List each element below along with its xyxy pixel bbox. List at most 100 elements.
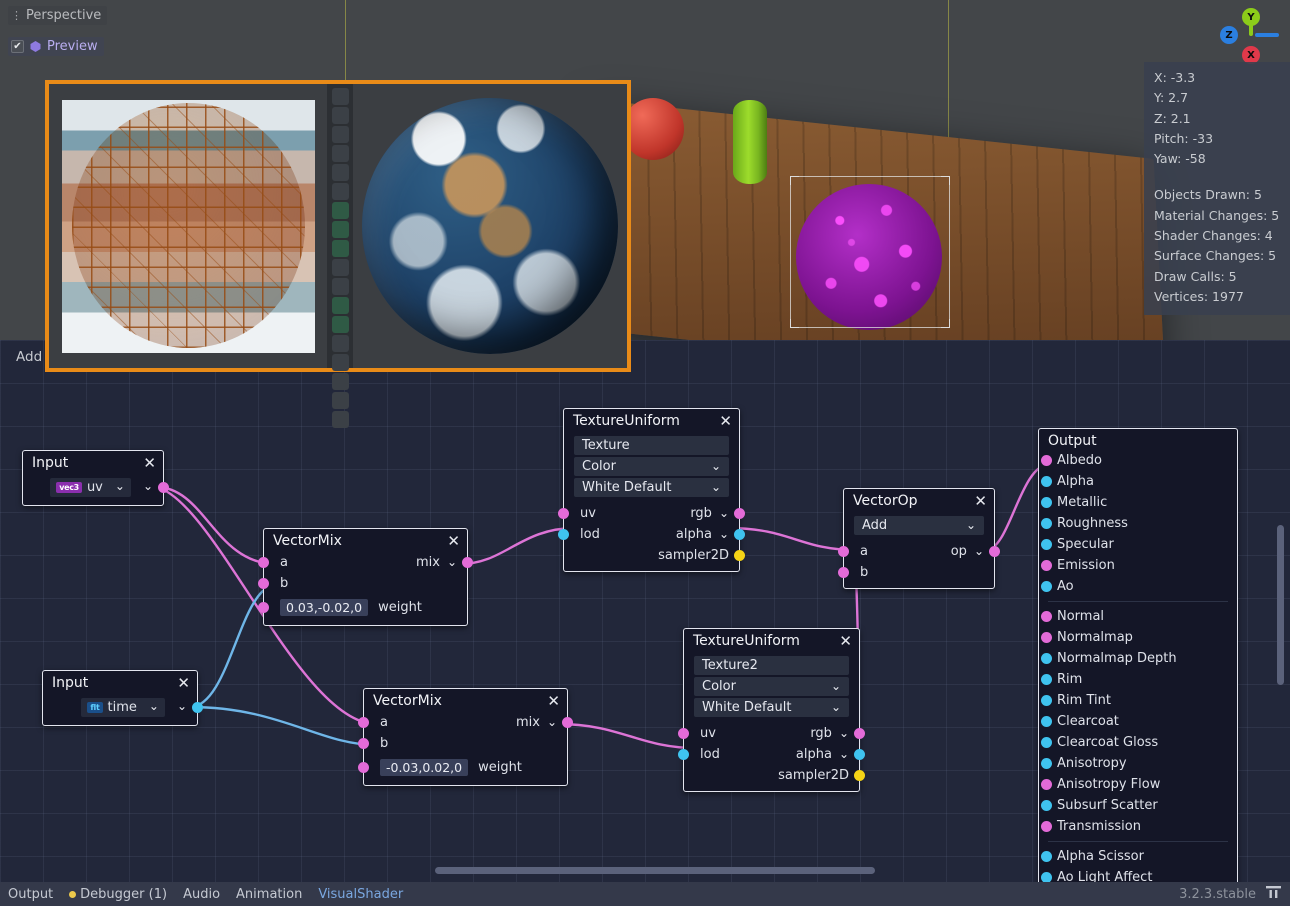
port-in-lod[interactable]	[558, 529, 569, 540]
node-vector-mix-1[interactable]: VectorMix ✕ a mix ⌄ b 0.03,-0.02,0	[263, 528, 468, 626]
close-icon[interactable]: ✕	[839, 634, 852, 649]
port-in-a[interactable]	[838, 546, 849, 557]
port-out-mix[interactable]	[462, 557, 473, 568]
chevron-down-icon[interactable]: ⌄	[966, 518, 976, 532]
port-dot[interactable]	[1041, 611, 1052, 622]
collapse-icon[interactable]: ⌄	[839, 747, 849, 761]
port-in-a[interactable]	[358, 717, 369, 728]
port-dot[interactable]	[1041, 851, 1052, 862]
node-vector-op[interactable]: VectorOp ✕ Add ⌄ a op ⌄ b	[843, 488, 995, 589]
collapse-icon[interactable]: ⌄	[447, 555, 457, 569]
port-dot[interactable]	[1041, 821, 1052, 832]
chevron-down-icon[interactable]: ⌄	[831, 679, 841, 693]
chevron-down-icon[interactable]: ⌄	[711, 480, 721, 494]
gizmo-y-handle[interactable]: Y	[1242, 8, 1260, 26]
port-in-b[interactable]	[258, 578, 269, 589]
port-dot[interactable]	[1041, 758, 1052, 769]
port-dot[interactable]	[1041, 800, 1052, 811]
ruler-tool-icon[interactable]	[332, 183, 349, 200]
output-port-anisotropy-flow[interactable]: Anisotropy Flow	[1039, 774, 1237, 795]
camera-tool-icon[interactable]	[332, 411, 349, 428]
operation-dropdown[interactable]: Add ⌄	[854, 516, 984, 535]
snap-tool-icon[interactable]	[332, 202, 349, 219]
scene-sphere-red[interactable]	[622, 98, 684, 160]
scene-cylinder-green[interactable]	[733, 100, 767, 184]
collapse-icon[interactable]: ⌄	[719, 506, 729, 520]
node-texture-uniform-1[interactable]: TextureUniform ✕ Texture Color ⌄ White D…	[563, 408, 740, 572]
add-node-button[interactable]: Add	[10, 347, 48, 367]
port-dot[interactable]	[1041, 695, 1052, 706]
visual-shader-graph[interactable]: Add Modern Fragment 20	[0, 340, 1290, 882]
node-vector-mix-2[interactable]: VectorMix ✕ a mix ⌄ b -0.03,0.02,0	[363, 688, 568, 786]
output-port-rim[interactable]: Rim	[1039, 669, 1237, 690]
rotate-tool-icon[interactable]	[332, 145, 349, 162]
output-port-normalmap-depth[interactable]: Normalmap Depth	[1039, 648, 1237, 669]
output-port-clearcoat[interactable]: Clearcoat	[1039, 711, 1237, 732]
preview-toggle[interactable]: ✔ Preview	[8, 37, 104, 56]
port-out-rgb[interactable]	[854, 728, 865, 739]
pencil-tool-icon[interactable]	[332, 164, 349, 181]
weight-value-field[interactable]: 0.03,-0.02,0	[280, 599, 368, 616]
port-in-b[interactable]	[358, 738, 369, 749]
close-icon[interactable]: ✕	[547, 694, 560, 709]
output-port-anisotropy[interactable]: Anisotropy	[1039, 753, 1237, 774]
uniform-name-field[interactable]: Texture	[574, 436, 729, 455]
collapse-icon[interactable]: ⌄	[839, 726, 849, 740]
input-uv-selector[interactable]: vec3 uv ⌄	[50, 478, 131, 497]
panel-tab-output[interactable]: Output	[8, 887, 53, 902]
panel-tab-visual-shader[interactable]: VisualShader	[318, 887, 403, 902]
port-dot[interactable]	[1041, 560, 1052, 571]
panel-tab-audio[interactable]: Audio	[183, 887, 220, 902]
perspective-menu[interactable]: ⋮ Perspective	[8, 6, 107, 25]
chevron-down-icon[interactable]: ⌄	[149, 699, 159, 713]
port-out-op[interactable]	[989, 546, 1000, 557]
port-out-rgb[interactable]	[734, 508, 745, 519]
select-tool-icon[interactable]	[332, 126, 349, 143]
port-dot[interactable]	[1041, 476, 1052, 487]
close-icon[interactable]: ✕	[177, 676, 190, 691]
grid-tool-icon[interactable]	[332, 221, 349, 238]
paint-tool-icon[interactable]	[332, 240, 349, 257]
node-input-time[interactable]: Input ✕ flt time ⌄ ⌄	[42, 670, 198, 726]
port-dot[interactable]	[1041, 716, 1052, 727]
port-in-a[interactable]	[258, 557, 269, 568]
scale-tool-icon[interactable]	[332, 354, 349, 371]
port-dot[interactable]	[1041, 518, 1052, 529]
port-dot[interactable]	[1041, 674, 1052, 685]
chevron-down-icon[interactable]: ⌄	[831, 700, 841, 714]
lock-tool-icon[interactable]	[332, 107, 349, 124]
gizmo-z-handle[interactable]: Z	[1220, 26, 1238, 44]
panel-tab-debugger[interactable]: Debugger (1)	[69, 887, 167, 902]
port-out-sampler2d[interactable]	[854, 770, 865, 781]
output-port-transmission[interactable]: Transmission	[1039, 816, 1237, 837]
output-port-ao-light-affect[interactable]: Ao Light Affect	[1039, 867, 1237, 882]
checkbox-icon[interactable]: ✔	[11, 40, 24, 53]
gizmo-tool-icon[interactable]	[332, 373, 349, 390]
output-port-metallic[interactable]: Metallic	[1039, 492, 1237, 513]
port-dot[interactable]	[1041, 632, 1052, 643]
preview-vertical-toolbar[interactable]	[327, 84, 353, 368]
port-dot[interactable]	[1041, 539, 1052, 550]
refresh-tool-icon[interactable]	[332, 316, 349, 333]
node-input-uv[interactable]: Input ✕ vec3 uv ⌄ ⌄	[22, 450, 164, 506]
output-port-normal[interactable]: Normal	[1039, 606, 1237, 627]
uniform-default-dropdown[interactable]: White Default ⌄	[574, 478, 729, 497]
port-in-uv[interactable]	[558, 508, 569, 519]
output-port-alpha[interactable]: Alpha	[1039, 471, 1237, 492]
port-in-uv[interactable]	[678, 728, 689, 739]
uniform-default-dropdown[interactable]: White Default ⌄	[694, 698, 849, 717]
preview-pane-wireframe[interactable]	[49, 84, 327, 368]
output-port-clearcoat-gloss[interactable]: Clearcoat Gloss	[1039, 732, 1237, 753]
port-in-b[interactable]	[838, 567, 849, 578]
port-dot[interactable]	[1041, 779, 1052, 790]
node-output[interactable]: Output AlbedoAlphaMetallicRoughnessSpecu…	[1038, 428, 1238, 882]
layers-tool-icon[interactable]	[332, 392, 349, 409]
port-out-time[interactable]	[192, 702, 203, 713]
collapse-icon[interactable]: ⌄	[143, 479, 153, 493]
port-out-alpha[interactable]	[854, 749, 865, 760]
output-port-roughness[interactable]: Roughness	[1039, 513, 1237, 534]
port-in-weight[interactable]	[358, 762, 369, 773]
output-port-ao[interactable]: Ao	[1039, 576, 1237, 597]
layout-toggle-icon[interactable]	[1265, 885, 1282, 903]
input-time-selector[interactable]: flt time ⌄	[81, 698, 165, 717]
